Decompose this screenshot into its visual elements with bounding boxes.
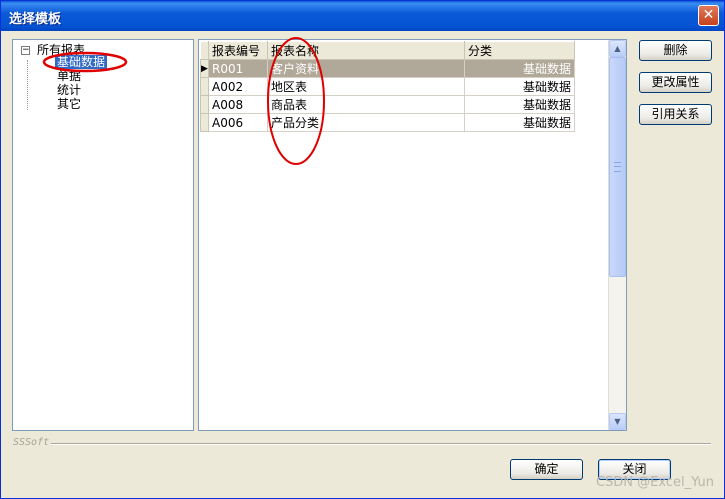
title-bar[interactable]: 选择模板 ✕ xyxy=(1,1,724,31)
tree-connector-line xyxy=(27,60,28,110)
table-header-row: 报表编号 报表名称 分类 xyxy=(200,41,575,60)
row-indicator xyxy=(200,95,209,114)
separator-label: SSSoft xyxy=(13,437,50,448)
references-button[interactable]: 引用关系 xyxy=(639,104,712,125)
delete-button[interactable]: 删除 xyxy=(639,40,712,61)
grip-icon xyxy=(614,162,621,172)
watermark: CSDN @Excel_Yun xyxy=(595,475,714,490)
cell-category[interactable]: 基础数据 xyxy=(464,113,575,132)
category-tree[interactable]: − 所有报表 基础数据 单据 统计 其它 xyxy=(12,39,194,431)
separator-line xyxy=(51,443,711,445)
annotation-ellipse-grid xyxy=(267,37,325,165)
current-row-icon: ▶ xyxy=(200,59,209,78)
row-indicator-header xyxy=(200,41,209,60)
scroll-up-icon[interactable]: ▲ xyxy=(609,40,626,57)
window-title: 选择模板 xyxy=(9,12,62,27)
row-indicator xyxy=(200,113,209,132)
tree-item-other[interactable]: 其它 xyxy=(57,97,81,111)
cell-category[interactable]: 基础数据 xyxy=(464,77,575,96)
cell-code[interactable]: A006 xyxy=(208,113,268,132)
table-row[interactable]: A002 地区表 基础数据 xyxy=(200,77,575,96)
cell-category[interactable]: 基础数据 xyxy=(464,95,575,114)
scroll-down-icon[interactable]: ▼ xyxy=(609,413,626,430)
table-row[interactable]: ▶ R001 客户资料 基础数据 xyxy=(200,59,575,78)
column-header-category[interactable]: 分类 xyxy=(464,41,575,60)
cell-category[interactable]: 基础数据 xyxy=(464,59,575,78)
dialog-window: 选择模板 ✕ − 所有报表 基础数据 单据 统计 其它 报表编号 报表名称 分类 xyxy=(0,0,725,499)
edit-properties-button[interactable]: 更改属性 xyxy=(639,72,712,93)
annotation-ellipse-tree xyxy=(42,51,128,73)
collapse-icon[interactable]: − xyxy=(21,46,30,55)
vertical-scrollbar[interactable]: ▲ ▼ xyxy=(608,40,626,430)
ok-button[interactable]: 确定 xyxy=(510,459,583,480)
cell-code[interactable]: R001 xyxy=(208,59,268,78)
scroll-thumb[interactable] xyxy=(609,57,626,277)
tree-item-statistics[interactable]: 统计 xyxy=(57,83,81,97)
report-table: 报表编号 报表名称 分类 ▶ R001 客户资料 基础数据 A002 地区表 基… xyxy=(200,41,575,132)
column-header-code[interactable]: 报表编号 xyxy=(208,41,268,60)
cell-code[interactable]: A008 xyxy=(208,95,268,114)
table-row[interactable]: A008 商品表 基础数据 xyxy=(200,95,575,114)
cell-code[interactable]: A002 xyxy=(208,77,268,96)
row-indicator xyxy=(200,77,209,96)
close-icon[interactable]: ✕ xyxy=(698,5,719,26)
table-row[interactable]: A006 产品分类 基础数据 xyxy=(200,113,575,132)
